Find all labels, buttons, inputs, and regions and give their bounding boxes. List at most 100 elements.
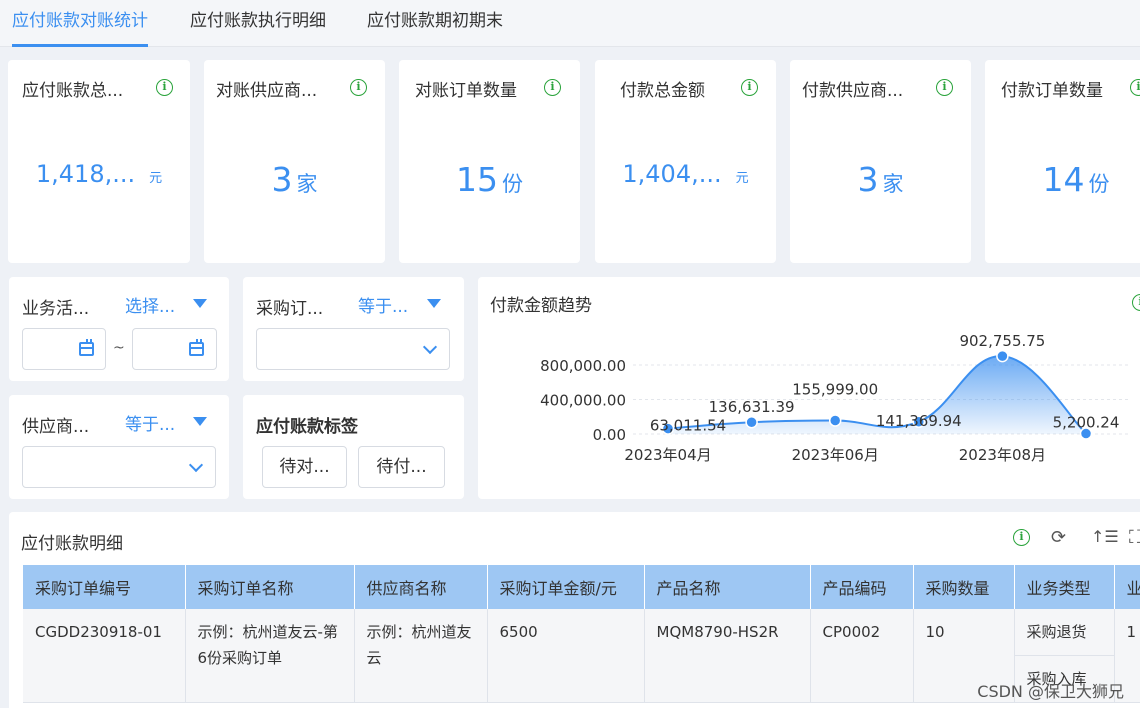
data-point[interactable]: [996, 349, 1009, 363]
payment-trend-chart: 0.00 400,000.00 800,000.00 63,011.54136,63…: [540, 332, 1128, 464]
stat-card-reconciled-orders: 对账订单数量 i 15 份: [399, 60, 580, 263]
filter-supplier: 供应商... 等于...: [9, 395, 229, 499]
date-range-separator: ~: [113, 340, 125, 356]
filter-purchase-order: 采购订... 等于...: [243, 277, 464, 381]
caret-down-icon[interactable]: [193, 417, 207, 426]
cell-product: MQM8790-HS2R: [644, 609, 811, 703]
cell-order-name: 示例：杭州道友云-第6份采购订单: [185, 609, 355, 703]
stat-number: 15: [456, 160, 498, 199]
info-icon[interactable]: i: [1013, 529, 1030, 546]
chevron-down-icon: [422, 339, 438, 355]
data-label: 136,631.39: [709, 398, 795, 416]
stat-unit: 元: [149, 171, 163, 186]
info-icon[interactable]: i: [936, 79, 953, 96]
info-icon[interactable]: i: [741, 79, 758, 96]
fullscreen-icon[interactable]: ⛶: [1129, 527, 1140, 548]
stat-number: 14: [1042, 160, 1085, 199]
end-date-input[interactable]: [132, 328, 217, 370]
col-header-amount[interactable]: 采购订单金额/元: [487, 565, 645, 609]
stat-unit: 家: [882, 172, 904, 196]
tab-bar: 应付账款对账统计 应付账款执行明细 应付账款期初期末: [0, 0, 1140, 47]
x-tick-label: 2023年06月: [792, 446, 879, 464]
payable-detail-table: 采购订单编号 采购订单名称 供应商名称 采购订单金额/元 产品名称 产品编码 采…: [23, 565, 1140, 703]
stat-value: 15 份: [399, 160, 580, 199]
y-tick-label: 400,000.00: [540, 392, 626, 410]
calendar-icon: [189, 339, 204, 356]
data-label: 63,011.54: [650, 417, 726, 435]
data-point[interactable]: [745, 415, 758, 429]
stat-card-payment-total: 付款总金额 i 1,404,... 元: [595, 60, 776, 263]
stat-title: 付款总金额: [620, 81, 705, 101]
stat-unit: 家: [296, 172, 318, 196]
stat-card-payable-total: 应付账款总... i 1,418,... 元: [8, 60, 190, 263]
start-date-input[interactable]: [22, 328, 106, 370]
col-header-code[interactable]: 产品编码: [810, 565, 914, 609]
watermark: CSDN @保卫大狮兄: [977, 682, 1124, 701]
refresh-icon[interactable]: ⟳: [1051, 527, 1066, 548]
stat-value: 1,404,... 元: [595, 160, 776, 188]
caret-down-icon[interactable]: [193, 299, 207, 308]
stat-number: 1,404,...: [622, 160, 722, 188]
cell-supplier: 示例：杭州道友云: [354, 609, 488, 703]
stat-card-payment-orders: 付款订单数量 i 14 份: [985, 60, 1140, 263]
sort-icon[interactable]: ↑☰: [1091, 527, 1119, 546]
payment-trend-card: 付款金额趋势 i 0.00400,000.00800,000.00 63,011…: [478, 277, 1140, 499]
stat-unit: 份: [1088, 172, 1110, 196]
stat-title: 付款订单数量: [1001, 81, 1103, 101]
x-tick-label: 2023年04月: [624, 446, 711, 464]
y-tick-label: 800,000.00: [540, 357, 626, 375]
stat-card-reconciled-suppliers: 对账供应商... i 3家: [204, 60, 385, 263]
info-icon[interactable]: i: [350, 79, 367, 96]
data-label: 5,200.24: [1053, 414, 1120, 432]
filter-operator[interactable]: 等于...: [125, 410, 175, 435]
stat-value: 3家: [204, 160, 385, 199]
filter-label: 应付账款标签: [256, 417, 358, 437]
stat-title: 对账供应商...: [216, 81, 318, 101]
info-icon[interactable]: i: [1130, 79, 1140, 96]
table-title: 应付账款明细: [21, 534, 123, 554]
stat-title: 付款供应商...: [802, 81, 904, 101]
info-icon[interactable]: i: [544, 79, 561, 96]
filter-business-activity: 业务活... 选择... ~: [9, 277, 229, 381]
filter-label: 采购订...: [256, 299, 324, 319]
col-header-product[interactable]: 产品名称: [644, 565, 811, 609]
tag-pending-reconcile-button[interactable]: 待对...: [262, 446, 347, 488]
filter-payable-tags: 应付账款标签 待对... 待付...: [243, 395, 464, 499]
tab-execution-detail[interactable]: 应付账款执行明细: [190, 6, 326, 46]
col-header-order-name[interactable]: 采购订单名称: [185, 565, 355, 609]
tag-pending-payment-button[interactable]: 待付...: [358, 446, 445, 488]
cell-amount: 6500: [487, 609, 645, 703]
filter-operator[interactable]: 等于...: [358, 292, 408, 317]
calendar-icon: [79, 339, 94, 356]
col-header-business-type[interactable]: 业务类型: [1014, 565, 1115, 609]
filter-operator[interactable]: 选择...: [125, 292, 175, 317]
col-header-qty[interactable]: 采购数量: [913, 565, 1015, 609]
x-tick-label: 2023年08月: [959, 446, 1046, 464]
stat-title: 对账订单数量: [415, 81, 517, 101]
filter-label: 供应商...: [22, 417, 90, 437]
stat-unit: 元: [735, 171, 749, 186]
stat-value: 1,418,... 元: [8, 160, 190, 188]
stat-number: 1,418,...: [35, 160, 136, 188]
col-header-supplier[interactable]: 供应商名称: [354, 565, 488, 609]
stat-unit: 份: [502, 172, 523, 196]
tab-opening-closing[interactable]: 应付账款期初期末: [367, 6, 503, 46]
data-label: 141,369.94: [876, 412, 962, 430]
col-header-extra[interactable]: 业: [1114, 565, 1140, 609]
supplier-select[interactable]: [22, 446, 216, 488]
stat-card-payment-suppliers: 付款供应商... i 3家: [790, 60, 971, 263]
purchase-order-select[interactable]: [256, 328, 450, 370]
col-header-order-no[interactable]: 采购订单编号: [23, 565, 186, 609]
cell-order-no: CGDD230918-01: [23, 609, 186, 703]
stat-value: 3家: [790, 160, 971, 199]
info-icon[interactable]: i: [156, 79, 173, 96]
caret-down-icon[interactable]: [427, 299, 441, 308]
stat-value: 14 份: [985, 160, 1140, 199]
payable-detail-card: 应付账款明细 i ⟳ ↑☰ ⛶ 采购订单编号 采购订单名称 供应商名称 采购订单…: [9, 512, 1140, 708]
stat-number: 3: [271, 160, 293, 199]
table-row[interactable]: CGDD230918-01 示例：杭州道友云-第6份采购订单 示例：杭州道友云 …: [23, 609, 1140, 703]
filter-label: 业务活...: [22, 299, 90, 319]
table-header-row: 采购订单编号 采购订单名称 供应商名称 采购订单金额/元 产品名称 产品编码 采…: [23, 565, 1140, 609]
tab-reconciliation-stats[interactable]: 应付账款对账统计: [12, 6, 148, 47]
data-point[interactable]: [828, 414, 842, 427]
